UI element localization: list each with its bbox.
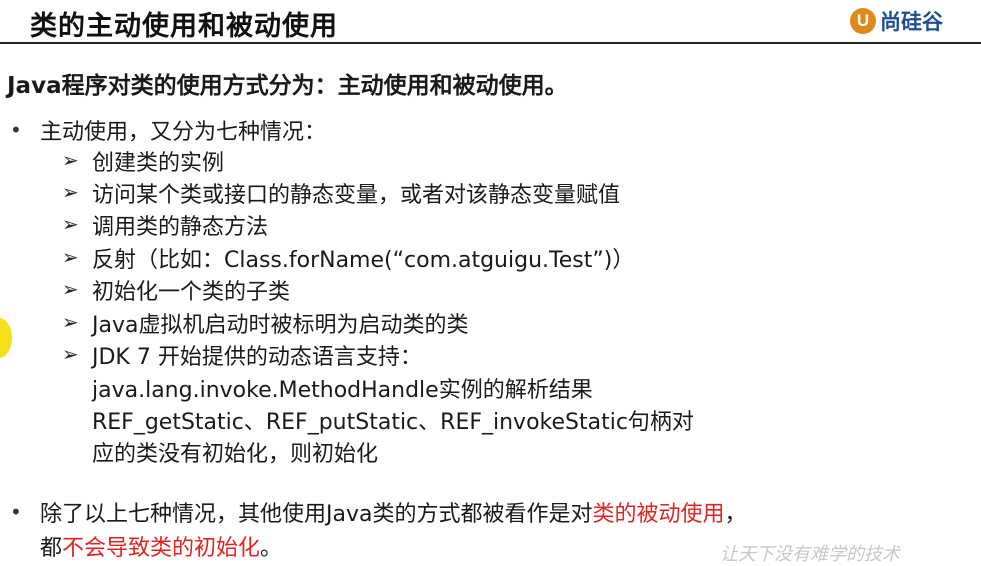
passive-use-line-2: 都不会导致类的初始化。 <box>40 530 282 562</box>
arrow-icon: ➢ <box>62 148 79 172</box>
arrow-icon: ➢ <box>62 245 79 269</box>
title-rule <box>0 42 981 44</box>
active-item-7-cont-2: REF_getStatic、REF_putStatic、REF_invokeSt… <box>92 410 694 435</box>
lead-sentence: Java程序对类的使用方式分为：主动使用和被动使用。 <box>7 73 568 99</box>
passive-text: 都 <box>40 536 63 561</box>
passive-highlight: 不会导致类的初始化 <box>62 536 261 561</box>
active-item-6: Java虚拟机启动时被标明为启动类的类 <box>92 313 469 338</box>
brand-logo: U 尚硅谷 <box>850 6 943 36</box>
active-item-2: 访问某个类或接口的静态变量，或者对该静态变量赋值 <box>92 183 621 208</box>
bullet-icon: • <box>10 500 22 524</box>
arrow-icon: ➢ <box>62 212 79 236</box>
pointer-highlight-dot <box>0 318 12 358</box>
passive-highlight: 类的被动使用 <box>592 502 725 527</box>
active-item-7-cont-1: java.lang.invoke.MethodHandle实例的解析结果 <box>92 378 593 403</box>
page-title: 类的主动使用和被动使用 <box>30 11 338 42</box>
passive-text: ， <box>724 502 747 527</box>
active-item-7-cont-3: 应的类没有初始化，则初始化 <box>92 442 379 467</box>
watermark-text: 让天下没有难学的技术 <box>720 544 900 565</box>
active-item-1: 创建类的实例 <box>92 151 225 176</box>
bullet-icon: • <box>10 118 22 142</box>
passive-text: 。 <box>260 536 283 561</box>
arrow-icon: ➢ <box>62 310 79 334</box>
logo-text: 尚硅谷 <box>880 10 943 34</box>
arrow-icon: ➢ <box>62 277 79 301</box>
active-item-4: 反射（比如：Class.forName(“com.atguigu.Test”)） <box>92 248 635 273</box>
passive-text: 除了以上七种情况，其他使用Java类的方式都被看作是对 <box>40 502 593 527</box>
active-use-heading: 主动使用，又分为七种情况： <box>40 120 327 145</box>
arrow-icon: ➢ <box>62 180 79 204</box>
passive-use-line-1: 除了以上七种情况，其他使用Java类的方式都被看作是对类的被动使用， <box>40 496 747 528</box>
active-item-7: JDK 7 开始提供的动态语言支持： <box>92 345 422 370</box>
logo-icon: U <box>850 8 876 34</box>
active-item-5: 初始化一个类的子类 <box>92 280 291 305</box>
arrow-icon: ➢ <box>62 342 79 366</box>
active-item-3: 调用类的静态方法 <box>92 215 269 240</box>
